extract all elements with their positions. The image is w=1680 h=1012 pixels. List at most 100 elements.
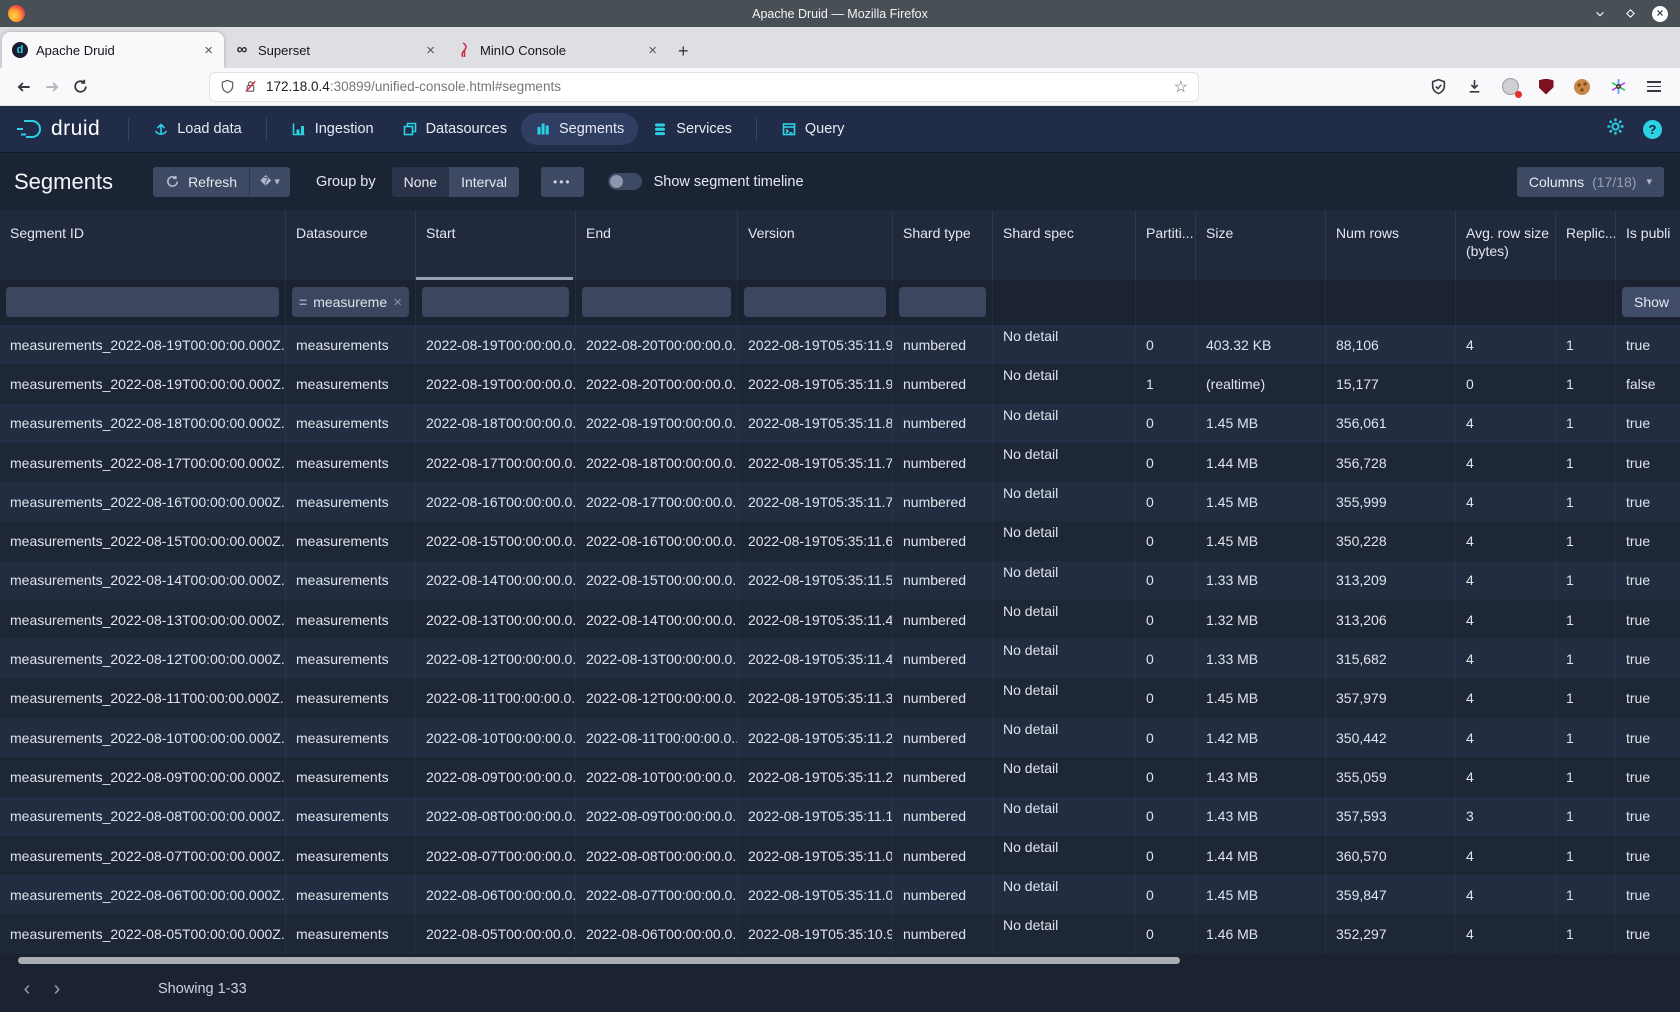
next-page-icon[interactable]: › [42, 974, 72, 1004]
table-row[interactable]: measurements_2022-08-19T00:00:00.000Z...… [0, 364, 1680, 403]
filter-input[interactable] [744, 287, 886, 317]
table-row[interactable]: measurements_2022-08-11T00:00:00.000Z...… [0, 679, 1680, 718]
nav-segments[interactable]: Segments [521, 113, 638, 145]
tab-apache-druid[interactable]: d Apache Druid × [2, 32, 224, 68]
prev-page-icon[interactable]: ‹ [12, 974, 42, 1004]
table-row[interactable]: measurements_2022-08-07T00:00:00.000Z...… [0, 836, 1680, 875]
tab-close-icon[interactable]: × [201, 42, 216, 59]
url-bar[interactable]: 172.18.0.4 :30899/unified-console.html#s… [209, 72, 1199, 102]
minimize-icon[interactable] [1592, 6, 1608, 22]
settings-gear-icon[interactable] [1606, 117, 1625, 141]
forward-button[interactable] [38, 73, 66, 101]
tab-superset[interactable]: ∞ Superset × [224, 32, 446, 68]
column-header-shard-spec[interactable]: Shard spec [992, 210, 1135, 280]
cell: 0 [1135, 482, 1195, 521]
table-row[interactable]: measurements_2022-08-15T00:00:00.000Z...… [0, 521, 1680, 560]
cell: 2022-08-08T00:00:00.0... [575, 836, 737, 875]
datasource-filter-chip[interactable]: =measureme× [292, 287, 409, 317]
cell: 2022-08-14T00:00:00.0... [575, 600, 737, 639]
column-header-partiti[interactable]: Partiti... [1135, 210, 1195, 280]
filter-input[interactable] [6, 287, 279, 317]
cell: No detail [992, 600, 1135, 639]
reload-button[interactable] [66, 73, 94, 101]
nav-ingestion[interactable]: Ingestion [277, 113, 388, 145]
table-row[interactable]: measurements_2022-08-05T00:00:00.000Z...… [0, 914, 1680, 953]
cell: 2022-08-20T00:00:00.0... [575, 364, 737, 403]
filter-input[interactable] [422, 287, 569, 317]
new-tab-button[interactable]: + [678, 41, 689, 62]
column-header-datasource[interactable]: Datasource [285, 210, 415, 280]
column-header-segment-id[interactable]: Segment ID [0, 210, 285, 280]
nav-datasources[interactable]: Datasources [388, 113, 521, 145]
help-icon[interactable]: ? [1643, 120, 1662, 139]
cell: true [1615, 718, 1680, 757]
cell: 4 [1455, 600, 1555, 639]
cell: 2022-08-19T00:00:00.0... [575, 404, 737, 443]
cell: 0 [1135, 404, 1195, 443]
tab-close-icon[interactable]: × [645, 42, 660, 59]
table-row[interactable]: measurements_2022-08-16T00:00:00.000Z...… [0, 482, 1680, 521]
snowflake-extension-icon[interactable] [1608, 77, 1628, 97]
cell: 15,177 [1325, 364, 1455, 403]
column-header-shard-type[interactable]: Shard type [892, 210, 992, 280]
column-header-is-publi[interactable]: Is publi [1615, 210, 1680, 280]
nav-load-data[interactable]: Load data [139, 113, 256, 145]
column-header-avg-row-size-bytes[interactable]: Avg. row size (bytes) [1455, 210, 1555, 280]
bookmark-star-icon[interactable]: ☆ [1174, 77, 1188, 97]
druid-logo[interactable]: druid [0, 117, 118, 141]
column-header-end[interactable]: End [575, 210, 737, 280]
table-row[interactable]: measurements_2022-08-17T00:00:00.000Z...… [0, 443, 1680, 482]
insecure-lock-icon[interactable] [243, 79, 258, 94]
nav-services[interactable]: Services [638, 113, 746, 145]
table-row[interactable]: measurements_2022-08-19T00:00:00.000Z...… [0, 325, 1680, 364]
group-by-none-button[interactable]: None [392, 167, 449, 197]
cell: measurements_2022-08-06T00:00:00.000Z... [0, 875, 285, 914]
table-row[interactable]: measurements_2022-08-18T00:00:00.000Z...… [0, 404, 1680, 443]
cell: numbered [892, 521, 992, 560]
table-row[interactable]: measurements_2022-08-12T00:00:00.000Z...… [0, 639, 1680, 678]
column-header-replic[interactable]: Replic... [1555, 210, 1615, 280]
table-row[interactable]: measurements_2022-08-08T00:00:00.000Z...… [0, 797, 1680, 836]
tab-close-icon[interactable]: × [423, 42, 438, 59]
cookie-extension-icon[interactable] [1572, 77, 1592, 97]
remove-filter-icon[interactable]: × [393, 294, 402, 311]
refresh-button[interactable]: Refresh [153, 167, 249, 197]
tab-minio-console[interactable]: MinIO Console × [446, 32, 668, 68]
table-row[interactable]: measurements_2022-08-10T00:00:00.000Z...… [0, 718, 1680, 757]
back-button[interactable] [10, 73, 38, 101]
cell: measurements_2022-08-09T00:00:00.000Z... [0, 757, 285, 796]
close-icon[interactable]: × [1652, 6, 1668, 22]
more-options-button[interactable]: ••• [541, 167, 584, 197]
filter-input[interactable] [899, 287, 986, 317]
ublock-origin-icon[interactable] [1536, 77, 1556, 97]
column-header-num-rows[interactable]: Num rows [1325, 210, 1455, 280]
column-header-start[interactable]: Start [415, 210, 575, 280]
protections-shield-icon[interactable] [1428, 77, 1448, 97]
cell: 2022-08-09T00:00:00.0... [415, 757, 575, 796]
cell: 1 [1555, 561, 1615, 600]
show-filter-button[interactable]: Show [1622, 287, 1680, 317]
cell: numbered [892, 797, 992, 836]
maximize-icon[interactable] [1622, 6, 1638, 22]
cell: No detail [992, 482, 1135, 521]
column-header-size[interactable]: Size [1195, 210, 1325, 280]
group-by-interval-button[interactable]: Interval [449, 167, 519, 197]
cell: 0 [1135, 521, 1195, 560]
table-row[interactable]: measurements_2022-08-13T00:00:00.000Z...… [0, 600, 1680, 639]
extension-mask-icon[interactable] [1500, 77, 1520, 97]
columns-picker-button[interactable]: Columns (17/18) ▾ [1517, 167, 1664, 197]
nav-query[interactable]: Query [767, 113, 859, 145]
tracking-shield-icon[interactable] [220, 79, 235, 94]
segment-timeline-toggle[interactable] [608, 173, 642, 190]
table-row[interactable]: measurements_2022-08-14T00:00:00.000Z...… [0, 561, 1680, 600]
table-row[interactable]: measurements_2022-08-09T00:00:00.000Z...… [0, 757, 1680, 796]
cell: measurements_2022-08-14T00:00:00.000Z... [0, 561, 285, 600]
column-header-version[interactable]: Version [737, 210, 892, 280]
url-path: :30899/unified-console.html#segments [330, 79, 1174, 94]
menu-icon[interactable] [1644, 77, 1664, 97]
horizontal-scrollbar[interactable] [18, 957, 1180, 964]
table-row[interactable]: measurements_2022-08-06T00:00:00.000Z...… [0, 875, 1680, 914]
filter-input[interactable] [582, 287, 731, 317]
downloads-icon[interactable] [1464, 77, 1484, 97]
refresh-dropdown-caret[interactable]: � ▾ [249, 167, 290, 197]
